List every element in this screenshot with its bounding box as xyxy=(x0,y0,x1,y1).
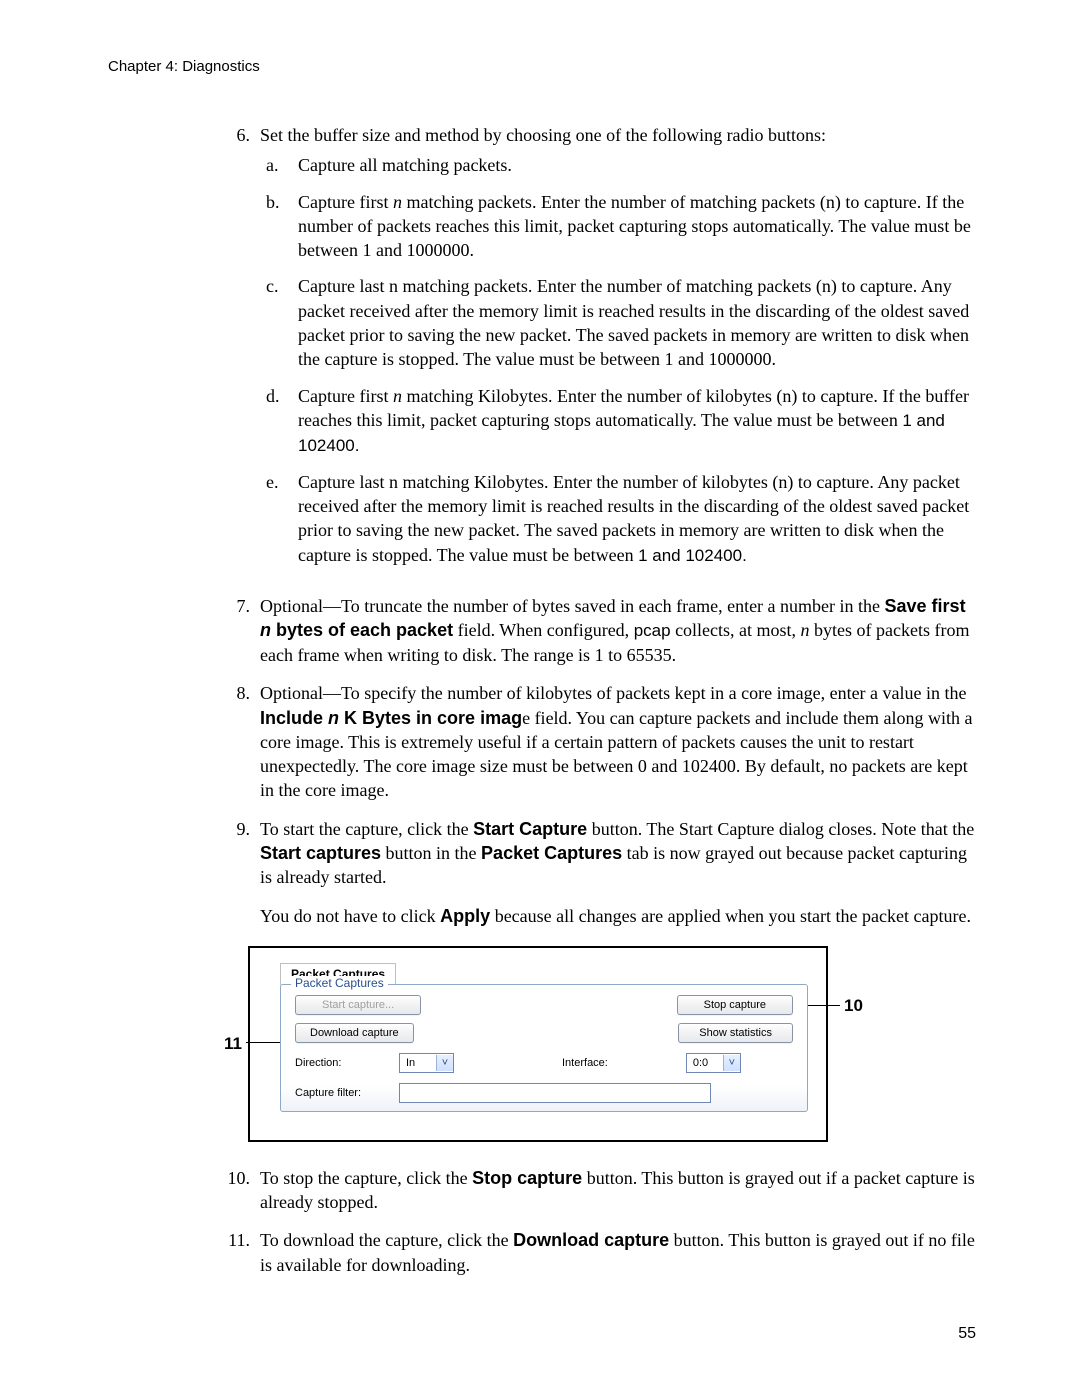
step-8-text: Optional—To specify the number of kiloby… xyxy=(260,681,980,802)
step-6e: e. Capture last n matching Kilobytes. En… xyxy=(260,470,980,568)
step-6c-text: Capture last n matching packets. Enter t… xyxy=(298,274,980,371)
screenshot-wrapper: 11 10 Packet Captures Packet Captures St… xyxy=(248,946,980,1142)
step-number: 9. xyxy=(218,817,260,890)
step-number: 11. xyxy=(218,1228,260,1277)
sub-letter: e. xyxy=(260,470,298,568)
apply-note: You do not have to click Apply because a… xyxy=(260,904,980,928)
sub-letter: a. xyxy=(260,153,298,177)
direction-label: Direction: xyxy=(295,1057,375,1069)
step-10-text: To stop the capture, click the Stop capt… xyxy=(260,1166,980,1215)
step-number: 7. xyxy=(218,594,260,668)
button-row-2: Download capture Show statistics xyxy=(295,1023,793,1043)
callout-11-label: 11 xyxy=(224,1034,242,1054)
start-capture-button: Start capture... xyxy=(295,995,421,1015)
show-statistics-button[interactable]: Show statistics xyxy=(678,1023,793,1043)
step-9: 9. To start the capture, click the Start… xyxy=(218,817,980,890)
interface-value: 0:0 xyxy=(687,1057,723,1069)
callout-10-label: 10 xyxy=(844,996,863,1016)
step-number: 8. xyxy=(218,681,260,802)
page-number: 55 xyxy=(958,1325,976,1343)
step-11-text: To download the capture, click the Downl… xyxy=(260,1228,980,1277)
capture-filter-input[interactable] xyxy=(399,1083,711,1103)
step-7: 7. Optional—To truncate the number of by… xyxy=(218,594,980,668)
content-area: 6. Set the buffer size and method by cho… xyxy=(218,123,980,1277)
instruction-list: 6. Set the buffer size and method by cho… xyxy=(218,123,980,890)
step-6c: c. Capture last n matching packets. Ente… xyxy=(260,274,980,371)
step-6b-text: Capture first n matching packets. Enter … xyxy=(298,190,980,263)
chevron-down-icon: ˅ xyxy=(436,1055,453,1071)
stop-capture-button[interactable]: Stop capture xyxy=(677,995,793,1015)
page: Chapter 4: Diagnostics 6. Set the buffer… xyxy=(0,0,1080,1397)
step-7-text: Optional—To truncate the number of bytes… xyxy=(260,594,980,668)
direction-select[interactable]: In ˅ xyxy=(399,1053,454,1073)
step-9-text: To start the capture, click the Start Ca… xyxy=(260,817,980,890)
download-capture-button[interactable]: Download capture xyxy=(295,1023,414,1043)
step-6e-text: Capture last n matching Kilobytes. Enter… xyxy=(298,470,980,568)
step-11: 11. To download the capture, click the D… xyxy=(218,1228,980,1277)
step-6d: d. Capture first n matching Kilobytes. E… xyxy=(260,384,980,458)
interface-label: Interface: xyxy=(562,1057,608,1069)
step-number: 10. xyxy=(218,1166,260,1215)
direction-value: In xyxy=(400,1057,436,1069)
step-6: 6. Set the buffer size and method by cho… xyxy=(218,123,980,580)
fieldset-legend: Packet Captures xyxy=(291,976,388,990)
direction-interface-row: Direction: In ˅ Interface: 0:0 ˅ xyxy=(295,1053,793,1073)
packet-captures-fieldset: Packet Captures Start capture... Stop ca… xyxy=(280,984,808,1112)
interface-select[interactable]: 0:0 ˅ xyxy=(686,1053,741,1073)
step-6d-text: Capture first n matching Kilobytes. Ente… xyxy=(298,384,980,458)
capture-filter-row: Capture filter: xyxy=(295,1083,793,1103)
step-number: 6. xyxy=(218,123,260,580)
step-6a-text: Capture all matching packets. xyxy=(298,153,980,177)
capture-filter-label: Capture filter: xyxy=(295,1087,375,1099)
button-row-1: Start capture... Stop capture xyxy=(295,995,793,1015)
step-8: 8. Optional—To specify the number of kil… xyxy=(218,681,980,802)
step-6-intro: Set the buffer size and method by choosi… xyxy=(260,125,826,145)
instruction-list-cont: 10. To stop the capture, click the Stop … xyxy=(218,1166,980,1277)
step-6b: b. Capture first n matching packets. Ent… xyxy=(260,190,980,263)
sub-letter: b. xyxy=(260,190,298,263)
sub-letter: d. xyxy=(260,384,298,458)
step-10: 10. To stop the capture, click the Stop … xyxy=(218,1166,980,1215)
sub-letter: c. xyxy=(260,274,298,371)
chevron-down-icon: ˅ xyxy=(723,1055,740,1071)
packet-captures-panel: Packet Captures Packet Captures Start ca… xyxy=(248,946,828,1142)
step-6-sublist: a. Capture all matching packets. b. Capt… xyxy=(260,153,980,567)
step-6a: a. Capture all matching packets. xyxy=(260,153,980,177)
running-header: Chapter 4: Diagnostics xyxy=(108,58,980,75)
